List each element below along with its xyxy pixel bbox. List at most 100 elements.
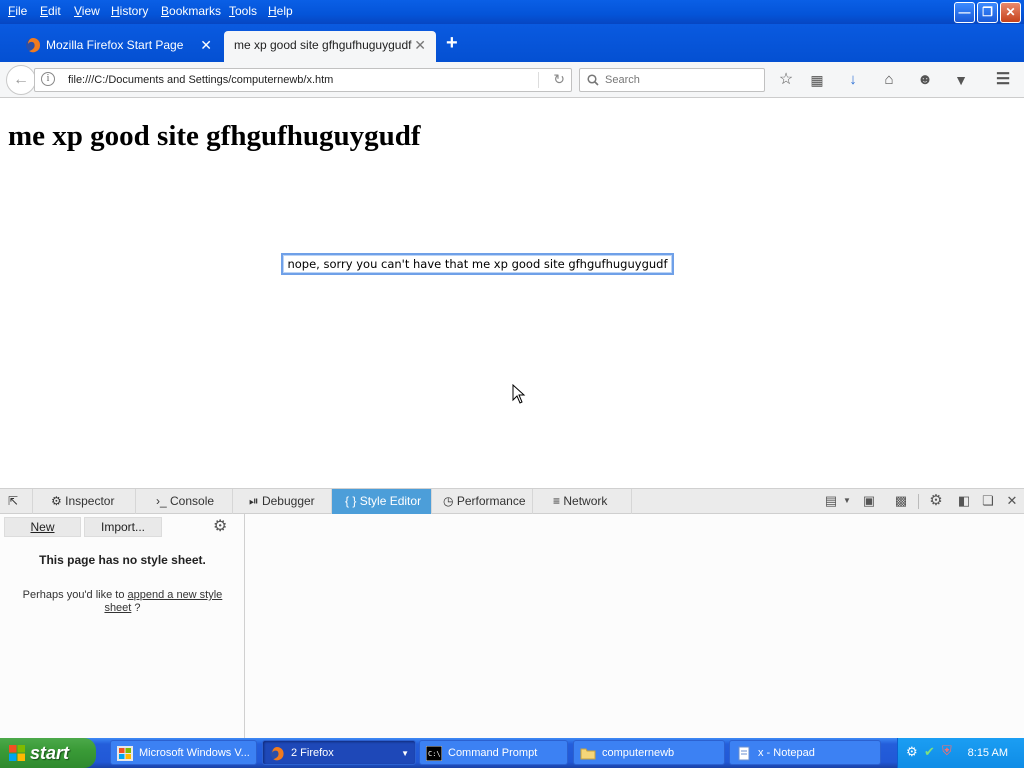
tab-current[interactable]: me xp good site gfhgufhuguygudf ✕ <box>224 31 436 62</box>
tab-label: Inspector <box>65 494 115 508</box>
menu-bookmarks[interactable]: Bookmarks <box>161 4 221 18</box>
search-placeholder: Search <box>605 74 640 86</box>
clock: 8:15 AM <box>967 747 1008 759</box>
url-bar[interactable]: i file:///C:/Documents and Settings/comp… <box>34 68 572 92</box>
sidebar-settings-gear-icon[interactable]: ⚙ <box>213 516 227 536</box>
tab-label: Performance <box>456 494 526 508</box>
download-icon[interactable]: ↓ <box>843 70 863 90</box>
task-firefox[interactable]: 2 Firefox ▼ <box>262 740 416 765</box>
tab-firefox-start[interactable]: Mozilla Firefox Start Page ✕ <box>18 31 222 62</box>
devtools-toolbar: ⇱ ⚙ Inspector ›_ Console ⏯ Debugger { } … <box>0 489 1024 514</box>
menu-history[interactable]: History <box>111 4 148 18</box>
task-microsoft-windows[interactable]: Microsoft Windows V... <box>110 740 257 765</box>
tab-close-icon[interactable]: ✕ <box>414 31 426 59</box>
reading-list-icon[interactable]: ▦ <box>807 70 827 90</box>
firefox-icon <box>270 746 284 761</box>
tab-label: Network <box>563 494 608 508</box>
menu-bar: File Edit View History Bookmarks Tools H… <box>0 0 1024 24</box>
dock-side-icon[interactable]: ◧ <box>955 492 973 510</box>
url-divider <box>538 72 539 88</box>
menu-help[interactable]: Help <box>268 4 293 18</box>
menu-file[interactable]: File <box>8 4 27 18</box>
tab-debugger[interactable]: ⏯ Debugger <box>233 489 332 514</box>
task-command-prompt[interactable]: C:\ Command Prompt <box>419 740 568 765</box>
settings-gear-icon[interactable]: ⚙ <box>927 492 945 510</box>
tab-network[interactable]: ≡ Network <box>533 489 632 514</box>
import-stylesheet-button[interactable]: Import... <box>84 517 162 537</box>
task-label: Microsoft Windows V... <box>139 747 250 759</box>
tab-label: Style Editor <box>359 494 422 508</box>
taskbar: start Microsoft Windows V... 2 Firefox ▼… <box>0 738 1024 768</box>
start-button[interactable]: start <box>0 738 96 768</box>
gauge-icon: ◷ <box>443 494 454 508</box>
home-icon[interactable]: ⌂ <box>879 70 899 90</box>
folder-icon <box>580 748 596 760</box>
task-label: Command Prompt <box>448 747 538 759</box>
tab-performance[interactable]: ◷ Performance <box>432 489 533 514</box>
split-console-icon[interactable]: ▣ <box>860 492 878 510</box>
task-label: x - Notepad <box>758 747 815 759</box>
task-notepad[interactable]: x - Notepad <box>729 740 881 765</box>
firefox-icon <box>26 38 41 53</box>
back-arrow-icon: ← <box>13 71 29 88</box>
new-stylesheet-button[interactable]: New <box>4 517 81 537</box>
tab-console[interactable]: ›_ Console <box>136 489 233 514</box>
tab-inspector[interactable]: ⚙ Inspector <box>33 489 136 514</box>
url-text: file:///C:/Documents and Settings/comput… <box>68 74 334 86</box>
close-devtools-icon[interactable]: ✕ <box>1003 492 1021 510</box>
back-button[interactable]: ← <box>6 65 36 95</box>
braces-icon: { } <box>345 494 357 508</box>
pocket-icon[interactable]: ▼ <box>951 70 971 90</box>
info-icon[interactable]: i <box>41 72 55 86</box>
style-sheet-sidebar: New Import... ⚙ This page has no style s… <box>0 514 245 739</box>
new-tab-icon[interactable]: + <box>446 32 458 55</box>
append-stylesheet-hint: Perhaps you'd like to append a new style… <box>20 589 225 615</box>
tab-label: Console <box>170 494 215 508</box>
message-box[interactable]: nope, sorry you can't have that me xp go… <box>281 253 674 275</box>
minimize-button[interactable]: — <box>954 2 975 23</box>
console-icon: ›_ <box>156 494 167 508</box>
bookmark-star-icon[interactable]: ☆ <box>776 70 796 90</box>
restore-button[interactable]: ❐ <box>977 2 998 23</box>
tab-label: me xp good site gfhgufhuguygudf <box>234 38 412 52</box>
network-icon: ≡ <box>553 494 561 508</box>
no-stylesheet-message: This page has no style sheet. <box>39 553 206 567</box>
navigation-bar: ← i file:///C:/Documents and Settings/co… <box>0 62 1024 98</box>
inspector-icon: ⚙ <box>51 494 62 508</box>
minimize-icon: — <box>958 5 971 19</box>
toolbar-divider <box>918 494 919 509</box>
responsive-design-icon[interactable]: ▩ <box>892 492 910 510</box>
hint-prefix: Perhaps you'd like to <box>22 589 125 601</box>
tab-style-editor[interactable]: { } Style Editor <box>332 489 432 514</box>
mouse-cursor-icon <box>512 384 526 404</box>
task-computernewb-folder[interactable]: computernewb <box>573 740 725 765</box>
security-tray-icon[interactable]: ✔ <box>924 744 935 760</box>
close-window-button[interactable]: ✕ <box>1000 2 1021 23</box>
network-tray-icon[interactable]: ⚙ <box>906 744 918 760</box>
search-icon <box>587 74 599 86</box>
chevron-down-icon: ▼ <box>401 749 409 758</box>
menu-tools[interactable]: Tools <box>229 4 257 18</box>
system-tray: ⚙ ✔ ⛨ 8:15 AM <box>897 738 1024 768</box>
close-icon: ✕ <box>1005 5 1016 19</box>
tab-close-icon[interactable]: ✕ <box>200 31 212 59</box>
button-label: New <box>30 520 55 534</box>
undock-window-icon[interactable]: ❏ <box>979 492 997 510</box>
picker-icon: ⇱ <box>8 494 19 508</box>
element-picker-button[interactable]: ⇱ <box>0 489 33 514</box>
chevron-down-icon[interactable]: ▼ <box>838 492 856 510</box>
shield-tray-icon[interactable]: ⛨ <box>942 743 952 759</box>
page-heading: me xp good site gfhgufhuguygudf <box>8 120 421 152</box>
tab-strip: Mozilla Firefox Start Page ✕ me xp good … <box>0 24 1024 62</box>
button-label: Import... <box>100 520 145 534</box>
menu-view[interactable]: View <box>74 4 100 18</box>
hamburger-menu-icon[interactable]: ☰ <box>993 70 1013 90</box>
task-label: 2 Firefox <box>291 747 334 759</box>
windows-icon <box>117 746 133 761</box>
hello-icon[interactable]: ☻ <box>915 70 935 90</box>
reload-icon[interactable]: ↻ <box>553 71 565 88</box>
menu-edit[interactable]: Edit <box>40 4 61 18</box>
cmd-icon: C:\ <box>426 746 442 761</box>
devtools-panel: ⇱ ⚙ Inspector ›_ Console ⏯ Debugger { } … <box>0 488 1024 739</box>
search-input[interactable]: Search <box>579 68 765 92</box>
